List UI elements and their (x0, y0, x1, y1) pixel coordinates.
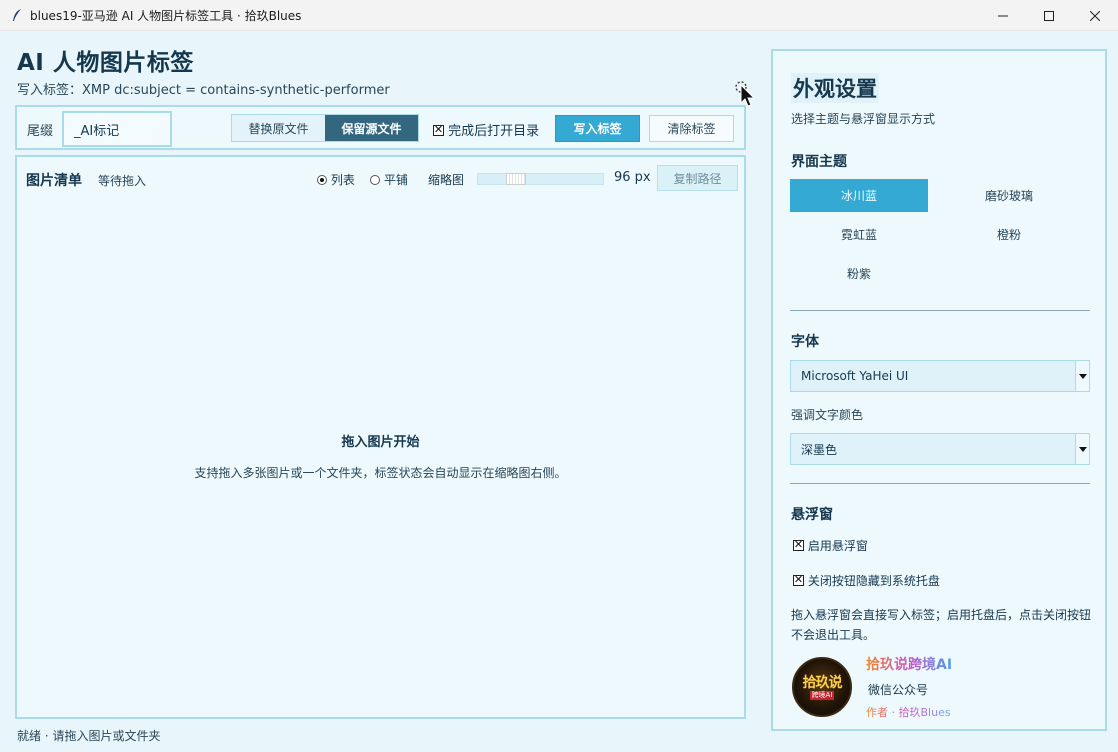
enable-float-label: 启用悬浮窗 (807, 539, 868, 553)
float-description: 拖入悬浮窗会直接写入标签；启用托盘后，点击关闭按钮不会退出工具。 (791, 608, 1092, 642)
wechat-label: 微信公众号 (868, 683, 929, 697)
chevron-down-icon[interactable] (1075, 361, 1089, 391)
main-area: AI 人物图片标签 写入标签：XMP dc:subject = contains… (0, 31, 1118, 752)
view-tile-radio[interactable]: 平铺 (370, 171, 408, 188)
enable-float-checkbox[interactable]: 启用悬浮窗 (793, 537, 868, 554)
mode-replace-button[interactable]: 替换原文件 (232, 115, 325, 141)
theme-option-frosted-glass[interactable]: 磨砂玻璃 (940, 179, 1078, 212)
author-avatar: 拾玖说 跨境AI (792, 657, 852, 717)
thumbnail-size-slider[interactable] (477, 173, 604, 185)
font-section-title: 字体 (791, 334, 819, 350)
close-button[interactable] (1072, 0, 1118, 31)
accent-color-value: 深墨色 (801, 442, 838, 457)
minimize-button[interactable] (980, 0, 1026, 31)
status-bar: 就绪 · 请拖入图片或文件夹 (17, 729, 161, 743)
checkbox-checked-icon (793, 538, 804, 552)
thumbnail-size-value: 96 px (614, 170, 651, 185)
font-select[interactable]: Microsoft YaHei UI (790, 360, 1090, 392)
title-bar: blues19-亚马逊 AI 人物图片标签工具 · 拾玖Blues (0, 0, 1118, 31)
open-dir-checkbox[interactable]: 完成后打开目录 (433, 120, 539, 139)
file-mode-toggle: 替换原文件 保留源文件 (231, 114, 419, 142)
image-list-panel[interactable]: 图片清单 等待拖入 列表 平铺 缩略图 96 px 复制路径 拖入图片开始 支持… (15, 155, 746, 719)
checkbox-checked-icon (433, 123, 444, 137)
divider (790, 483, 1090, 484)
theme-option-glacier-blue[interactable]: 冰川蓝 (790, 179, 928, 212)
font-select-value: Microsoft YaHei UI (801, 369, 909, 383)
drop-zone-hint: 支持拖入多张图片或一个文件夹，标签状态会自动显示在缩略图右侧。 (194, 466, 567, 480)
settings-subtitle: 选择主题与悬浮窗显示方式 (791, 112, 936, 126)
mode-keep-button[interactable]: 保留源文件 (325, 115, 418, 141)
accent-color-label: 强调文字颜色 (791, 408, 864, 422)
theme-option-neon-blue[interactable]: 霓虹蓝 (790, 218, 928, 251)
theme-option-pink-purple[interactable]: 粉紫 (790, 257, 928, 290)
copy-path-button[interactable]: 复制路径 (657, 165, 738, 191)
page-title: AI 人物图片标签 (17, 50, 194, 76)
toolbar: 尾缀 替换原文件 保留源文件 完成后打开目录 写入标签 清除标签 (15, 105, 746, 150)
author-credit: 作者 · 拾玖Blues (866, 706, 951, 719)
radio-selected-icon (317, 175, 327, 185)
list-status: 等待拖入 (98, 174, 147, 188)
mouse-cursor-icon (735, 81, 756, 107)
thumbnail-size-label: 缩略图 (428, 173, 465, 187)
drop-zone-title: 拖入图片开始 (341, 435, 420, 450)
settings-title: 外观设置 (791, 73, 879, 103)
view-list-radio[interactable]: 列表 (317, 171, 355, 188)
checkbox-checked-icon (793, 573, 804, 587)
float-section-title: 悬浮窗 (791, 507, 833, 523)
maximize-button[interactable] (1026, 0, 1072, 31)
view-tile-label: 平铺 (383, 173, 408, 187)
window-title: blues19-亚马逊 AI 人物图片标签工具 · 拾玖Blues (30, 8, 302, 23)
brand-name: 拾玖说跨境AI (866, 654, 952, 674)
radio-icon (370, 175, 380, 185)
chevron-down-icon[interactable] (1075, 434, 1089, 464)
avatar-badge: 跨境AI (809, 690, 835, 700)
accent-color-select[interactable]: 深墨色 (790, 433, 1090, 465)
write-tag-button[interactable]: 写入标签 (555, 115, 640, 142)
avatar-text: 拾玖说 (802, 674, 843, 691)
theme-option-orange-pink[interactable]: 橙粉 (940, 218, 1078, 251)
suffix-input[interactable] (62, 111, 172, 147)
hide-to-tray-label: 关闭按钮隐藏到系统托盘 (807, 574, 940, 588)
feather-icon (10, 8, 24, 22)
open-dir-label: 完成后打开目录 (448, 124, 540, 139)
theme-section-title: 界面主题 (791, 154, 847, 170)
slider-handle[interactable] (506, 173, 526, 185)
list-title: 图片清单 (26, 173, 82, 189)
clear-tag-button[interactable]: 清除标签 (649, 115, 734, 142)
page-subtitle: 写入标签：XMP dc:subject = contains-synthetic… (17, 83, 390, 98)
appearance-settings-panel: 外观设置 选择主题与悬浮窗显示方式 界面主题 冰川蓝 磨砂玻璃 霓虹蓝 橙粉 粉… (771, 49, 1107, 731)
view-list-label: 列表 (330, 173, 355, 187)
suffix-label: 尾缀 (27, 124, 54, 139)
divider (790, 310, 1090, 311)
hide-to-tray-checkbox[interactable]: 关闭按钮隐藏到系统托盘 (793, 572, 940, 589)
